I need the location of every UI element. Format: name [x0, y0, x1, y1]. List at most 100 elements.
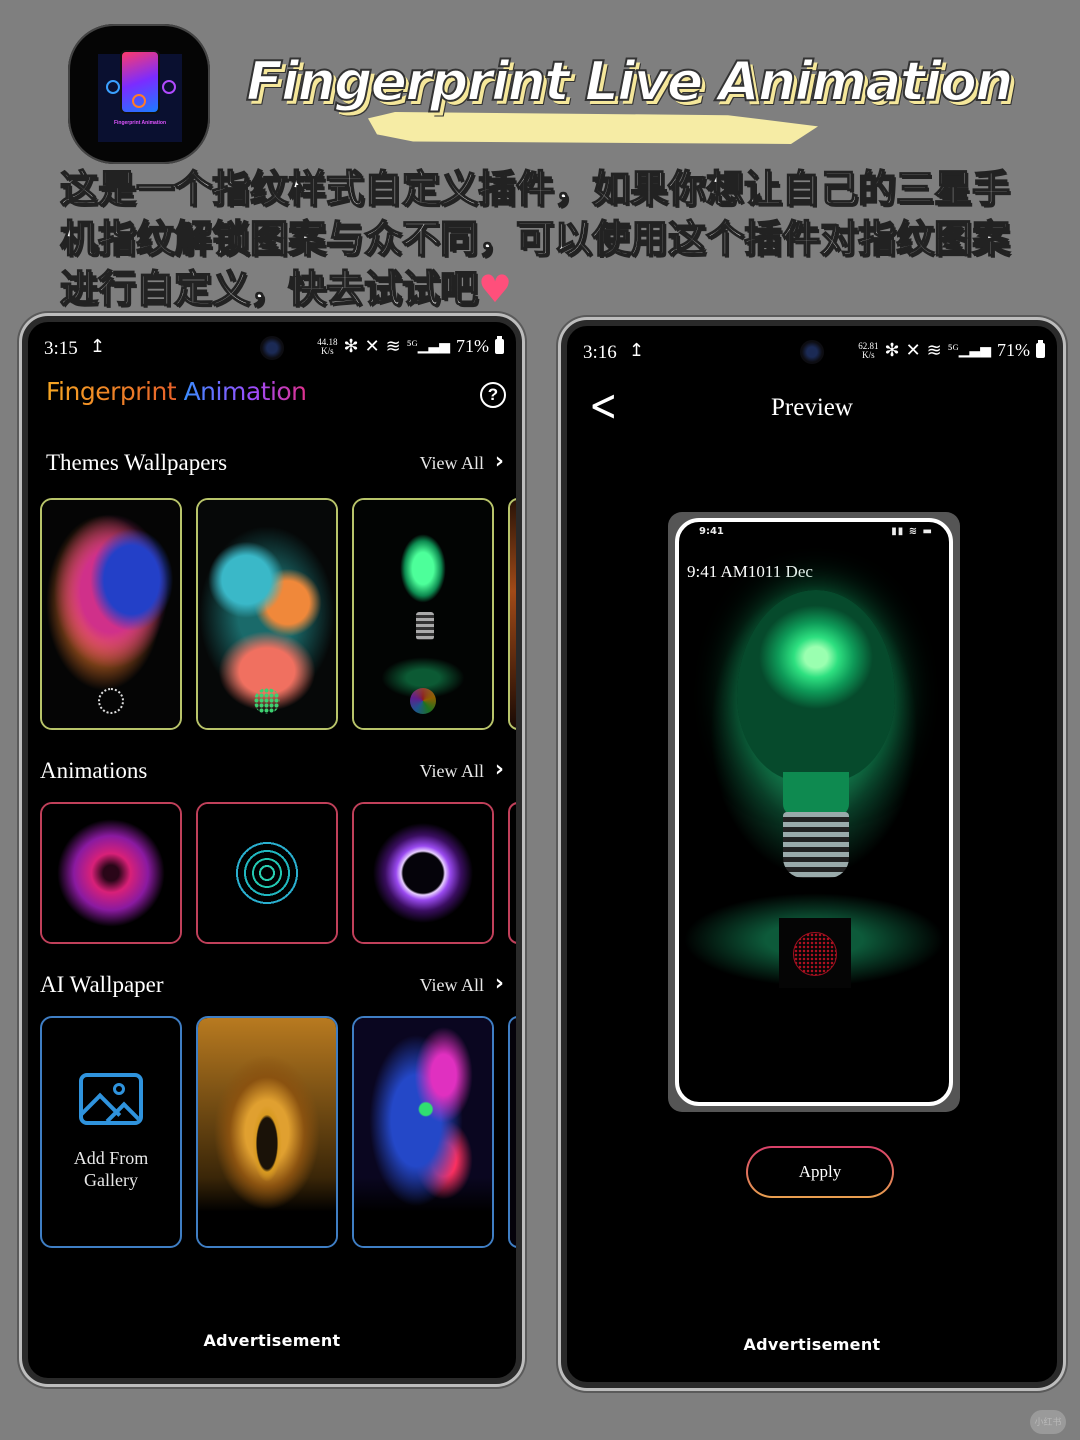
section-title: AI Wallpaper	[40, 972, 164, 997]
preview-lockscreen: 9:41 ▮▮ ≋ ▬ 9:41 AM1011 Dec	[675, 518, 953, 1106]
view-all-ai-link[interactable]: View All	[420, 975, 484, 996]
section-header-themes: Themes Wallpapers View All ›	[40, 449, 504, 480]
signal-icon: ⁵ᴳ▁▃▅	[947, 343, 991, 358]
front-camera	[800, 340, 824, 364]
bulb-wallpaper-image	[737, 590, 895, 782]
mute-icon: ✕	[364, 336, 380, 356]
phone-home-screen: 3:15 ↥ 44.18 K/s ✻ ✕ ≋ ⁵ᴳ▁▃▅ 71% Fingerp…	[22, 316, 522, 1384]
status-bar: 3:15 ↥ 44.18 K/s ✻ ✕ ≋ ⁵ᴳ▁▃▅ 71%	[28, 332, 516, 368]
chevron-right-icon[interactable]: ›	[495, 971, 504, 996]
fingerprint-dots-icon	[254, 688, 280, 714]
network-speed: 62.81 K/s	[858, 341, 878, 360]
status-bar: 3:16 ↥ 62.81 K/s ✻ ✕ ≋ ⁵ᴳ▁▃▅ 71%	[567, 336, 1057, 372]
advertisement-banner[interactable]: Advertisement	[28, 1331, 516, 1350]
purple-halo-animation	[354, 804, 492, 942]
status-time: 3:15	[44, 338, 78, 359]
network-speed-unit: K/s	[862, 349, 875, 360]
fingerprint-preview	[779, 918, 851, 988]
status-icons: 62.81 K/s ✻ ✕ ≋ ⁵ᴳ▁▃▅ 71%	[858, 340, 1045, 361]
section-title: Animations	[40, 758, 148, 783]
mock-lockscreen-clock: 9:41 AM1011 Dec	[687, 562, 813, 581]
bee-wallpaper-image	[198, 1018, 336, 1246]
intro-text: 这是一个指纹样式自定义插件，如果你想让自己的三星手机指纹解锁图案与众不同，可以使…	[59, 164, 1040, 314]
battery-icon	[495, 336, 504, 354]
section-header-ai: AI Wallpaper View All ›	[40, 971, 504, 1002]
theme-card-partial[interactable]	[508, 498, 516, 730]
status-time: 3:16	[583, 342, 617, 363]
fingerprint-ring-icon	[106, 80, 120, 94]
chevron-right-icon[interactable]: ›	[495, 449, 504, 474]
themes-row	[40, 498, 516, 730]
mock-status-time: 9:41	[699, 526, 724, 537]
theme-card-birds[interactable]	[196, 498, 338, 730]
preview-phone-mockup: 9:41 ▮▮ ≋ ▬ 9:41 AM1011 Dec	[668, 512, 960, 1112]
theme-card-lion[interactable]	[40, 498, 182, 730]
bulb-base	[783, 812, 849, 878]
chevron-right-icon[interactable]: ›	[495, 757, 504, 782]
signal-icon: ⁵ᴳ▁▃▅	[406, 339, 450, 354]
mock-status-icons: ▮▮ ≋ ▬	[891, 526, 933, 537]
pink-swirl-animation	[42, 804, 180, 942]
battery-percent: 71%	[997, 340, 1030, 360]
battery-icon	[1036, 340, 1045, 358]
headline-highlight	[368, 112, 818, 144]
battery-percent: 71%	[456, 336, 489, 356]
animation-card-partial[interactable]	[508, 802, 516, 944]
front-camera	[260, 336, 284, 360]
section-title: Themes Wallpapers	[46, 450, 228, 475]
fingerprint-rainbow-icon	[410, 688, 436, 714]
animation-card-swirl[interactable]	[40, 802, 182, 944]
bluetooth-icon: ✻	[343, 336, 359, 356]
bulb-neck	[783, 772, 849, 816]
wallpaper-image	[510, 500, 516, 728]
mock-status-bar: 9:41 ▮▮ ≋ ▬	[699, 526, 933, 537]
fingerprint-icon	[793, 932, 837, 976]
fingerprint-ring-icon	[132, 94, 146, 108]
wallpaper-image	[510, 1018, 516, 1246]
watermark-logo: 小红书	[1030, 1410, 1066, 1434]
upload-icon: ↥	[629, 340, 645, 360]
ai-wallpaper-row: Add From Gallery	[40, 1016, 516, 1248]
bluetooth-icon: ✻	[884, 340, 900, 360]
fingerprint-ring-icon	[98, 688, 124, 714]
cat-wallpaper-image	[354, 1018, 492, 1246]
section-header-animations: Animations View All ›	[40, 757, 504, 788]
intro-body: 这是一个指纹样式自定义插件，如果你想让自己的三星手机指纹解锁图案与众不同，可以使…	[59, 166, 1011, 312]
teal-rings-animation	[198, 804, 336, 942]
ai-card-partial[interactable]	[508, 1016, 516, 1248]
app-icon: Fingerprint Animation	[68, 24, 210, 164]
add-from-gallery: Add From Gallery	[42, 1018, 180, 1246]
wifi-icon: ≋	[926, 340, 942, 360]
bulb-base	[416, 612, 434, 640]
animations-row	[40, 802, 516, 944]
ai-card-cat[interactable]	[352, 1016, 494, 1248]
phone-preview-screen: 3:16 ↥ 62.81 K/s ✻ ✕ ≋ ⁵ᴳ▁▃▅ 71% < Previ…	[561, 320, 1063, 1388]
status-icons: 44.18 K/s ✻ ✕ ≋ ⁵ᴳ▁▃▅ 71%	[317, 336, 504, 357]
fingerprint-ring-icon	[162, 80, 176, 94]
apply-button[interactable]: Apply	[746, 1146, 894, 1198]
wifi-icon: ≋	[385, 336, 401, 356]
upload-icon: ↥	[90, 336, 106, 356]
add-from-gallery-card[interactable]: Add From Gallery	[40, 1016, 182, 1248]
help-icon[interactable]: ?	[480, 382, 506, 408]
app-title: Fingerprint Animation	[46, 377, 307, 406]
app-title-fingerprint: Fingerprint	[46, 377, 177, 406]
animation-card-halo[interactable]	[352, 802, 494, 944]
headline: Fingerprint Live Animation	[245, 49, 1014, 114]
network-speed-unit: K/s	[321, 345, 334, 356]
page-title: Preview	[771, 394, 853, 421]
gallery-sun	[113, 1083, 125, 1095]
gallery-image-icon	[79, 1073, 143, 1125]
ai-card-bee[interactable]	[196, 1016, 338, 1248]
add-from-gallery-label: Add From Gallery	[73, 1148, 149, 1190]
animation-card-rings[interactable]	[196, 802, 338, 944]
heart-icon: ♥	[478, 267, 513, 311]
advertisement-banner[interactable]: Advertisement	[567, 1335, 1057, 1354]
app-icon-title: Fingerprint Animation	[113, 120, 167, 126]
view-all-animations-link[interactable]: View All	[420, 761, 484, 782]
app-title-animation: Animation	[183, 377, 307, 406]
theme-card-bulb[interactable]	[352, 498, 494, 730]
network-speed: 44.18 K/s	[317, 337, 337, 356]
view-all-themes-link[interactable]: View All	[420, 453, 484, 474]
mute-icon: ✕	[905, 340, 921, 360]
